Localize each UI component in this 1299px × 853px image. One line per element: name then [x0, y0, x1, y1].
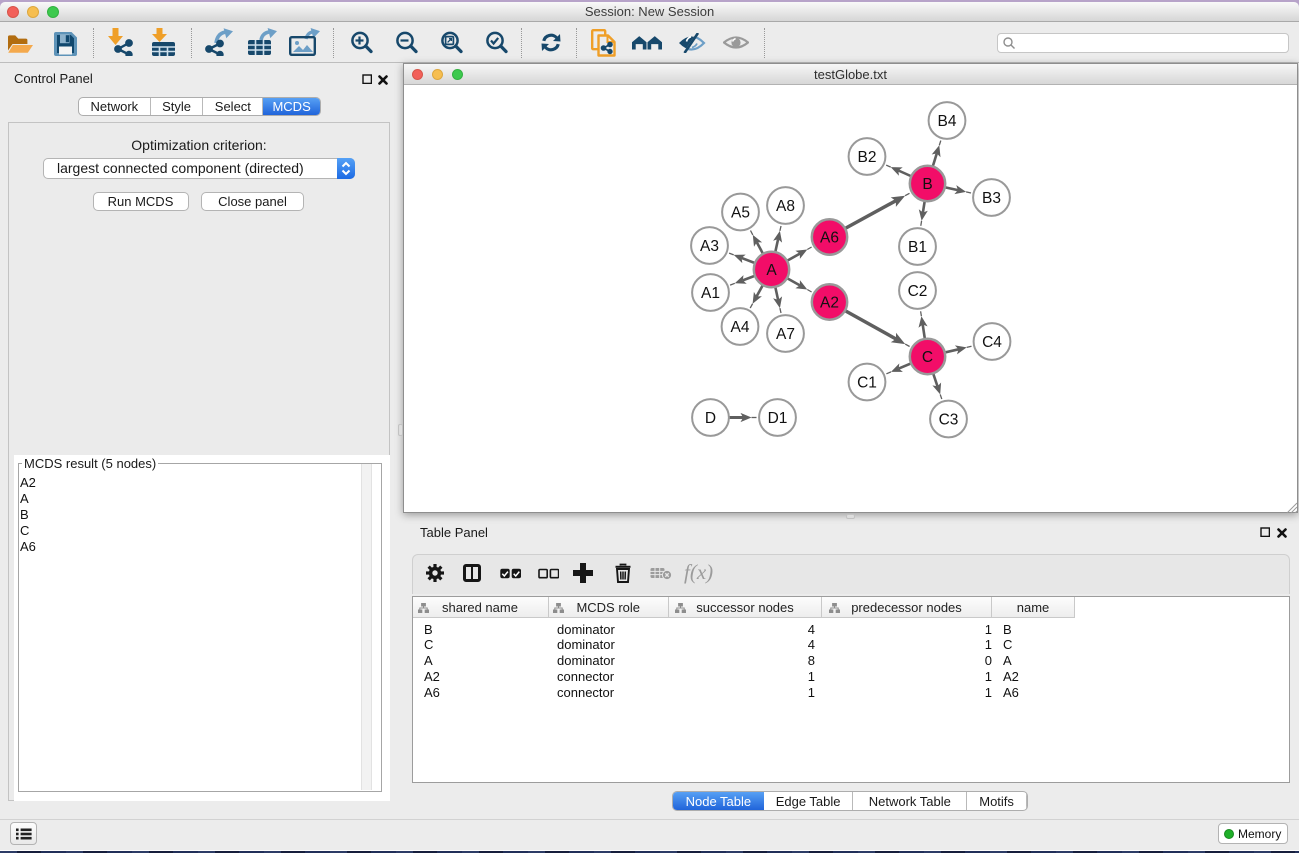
svg-text:A1: A1 — [701, 285, 720, 302]
svg-text:C: C — [922, 349, 933, 366]
svg-text:B4: B4 — [938, 113, 957, 130]
svg-text:B2: B2 — [858, 149, 877, 166]
svg-text:C2: C2 — [908, 283, 928, 300]
svg-text:C3: C3 — [939, 411, 959, 428]
svg-text:D1: D1 — [768, 410, 788, 427]
svg-text:C4: C4 — [982, 334, 1002, 351]
svg-text:B: B — [922, 176, 932, 193]
svg-text:A5: A5 — [731, 204, 750, 221]
svg-text:A4: A4 — [731, 319, 750, 336]
svg-text:B3: B3 — [982, 190, 1001, 207]
svg-text:A7: A7 — [776, 326, 795, 343]
svg-text:C1: C1 — [857, 374, 877, 391]
svg-text:B1: B1 — [908, 239, 927, 256]
svg-text:A3: A3 — [700, 238, 719, 255]
svg-text:A2: A2 — [820, 294, 839, 311]
svg-text:A6: A6 — [820, 229, 839, 246]
svg-text:A8: A8 — [776, 198, 795, 215]
svg-text:D: D — [705, 410, 716, 427]
svg-text:A: A — [766, 262, 777, 279]
